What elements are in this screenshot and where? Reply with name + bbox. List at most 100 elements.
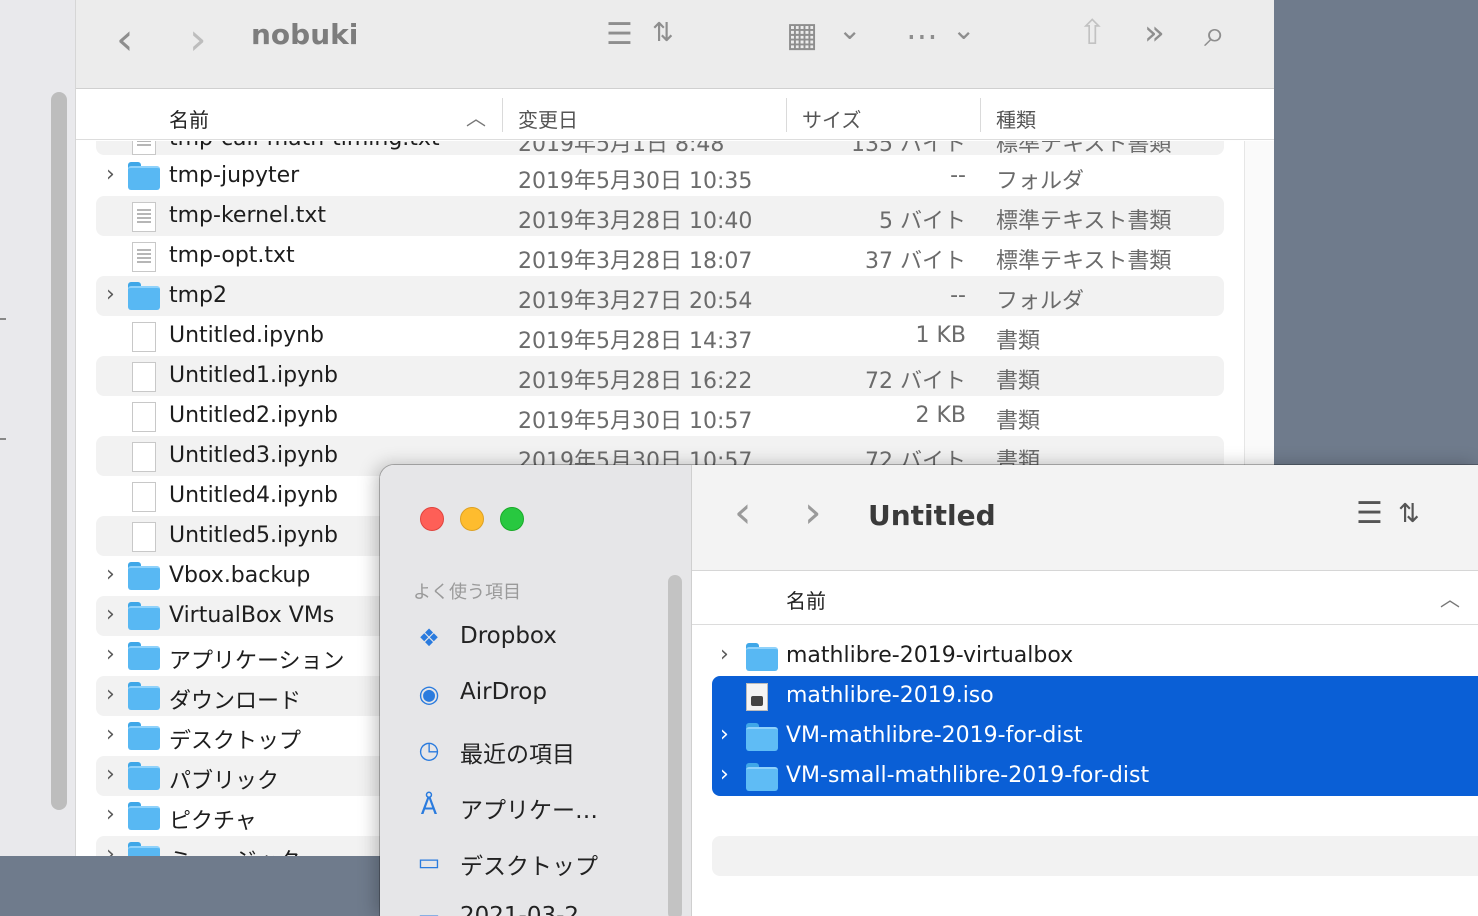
table-row[interactable]: › tmp-jupyter 2019年5月30日 10:35 -- フォルダ: [96, 156, 1224, 196]
folder-icon: [128, 642, 160, 670]
expand-chevron-icon[interactable]: ›: [106, 842, 115, 856]
file-size: 2 KB: [915, 403, 966, 428]
more-actions-icon[interactable]: ⋯: [906, 20, 938, 52]
file-name: VM-mathlibre-2019-for-dist: [786, 723, 1083, 748]
document-icon: [132, 522, 156, 552]
forward-icon[interactable]: ›: [189, 18, 207, 62]
document-icon: [132, 442, 156, 472]
text-file-icon: [132, 242, 156, 272]
expand-chevron-icon[interactable]: ›: [106, 162, 115, 187]
column-separator[interactable]: [980, 98, 981, 132]
sort-updown-icon[interactable]: ⇅: [652, 20, 674, 46]
chevron-down-icon[interactable]: ⌄: [838, 16, 861, 44]
minimize-button[interactable]: [460, 507, 484, 531]
column-header: 名前 ︿ 変更日 サイズ 種類: [76, 90, 1274, 140]
desktop-icon: ▭: [417, 848, 441, 876]
file-name: デスクトップ: [169, 729, 302, 754]
window-title: nobuki: [251, 18, 359, 51]
expand-chevron-icon[interactable]: ›: [106, 802, 115, 827]
sidebar-scrollbar[interactable]: [51, 92, 67, 810]
maximize-button[interactable]: [500, 507, 524, 531]
sidebar-item[interactable]: ▭ デスクトップ: [410, 841, 670, 881]
file-name: VirtualBox VMs: [169, 603, 335, 628]
sidebar-scrollbar[interactable]: [668, 575, 682, 916]
search-icon[interactable]: ⌕: [1204, 14, 1225, 52]
table-row[interactable]: Untitled.ipynb 2019年5月28日 14:37 1 KB 書類: [96, 316, 1224, 356]
sidebar-item[interactable]: Å アプリケー…: [410, 785, 670, 825]
forward-icon[interactable]: ›: [804, 491, 822, 535]
expand-chevron-icon[interactable]: ›: [106, 562, 115, 587]
overflow-icon[interactable]: »: [1144, 16, 1165, 50]
file-name: アプリケーション: [169, 649, 345, 674]
expand-chevron-icon[interactable]: ›: [106, 722, 115, 747]
clock-icon: ◷: [418, 736, 440, 764]
column-size-header[interactable]: サイズ: [802, 104, 861, 133]
table-row[interactable]: tmp-call-math-timing.txt 2019年5月1日 8:48 …: [96, 141, 1224, 157]
table-row[interactable]: Untitled1.ipynb 2019年5月28日 16:22 72 バイト 書類: [96, 356, 1224, 396]
expand-chevron-icon[interactable]: ›: [106, 682, 115, 707]
table-row[interactable]: › mathlibre-2019-virtualbox: [712, 636, 1478, 676]
file-list: › mathlibre-2019-virtualbox mathlibre-2019…: [692, 626, 1478, 916]
folder-icon: [746, 643, 778, 671]
list-view-icon[interactable]: ☰: [1356, 499, 1383, 529]
applications-icon: Å: [420, 792, 438, 820]
file-date: 2019年5月30日 10:35: [518, 169, 753, 194]
column-kind-header[interactable]: 種類: [996, 104, 1036, 133]
table-row[interactable]: tmp-opt.txt 2019年3月28日 18:07 37 バイト 標準テキスト書…: [96, 236, 1224, 276]
file-kind: 書類: [996, 329, 1041, 354]
sidebar-item[interactable]: ◷ 最近の項目: [410, 729, 670, 769]
file-date: 2019年3月28日 18:07: [518, 249, 753, 274]
file-name: Untitled3.ipynb: [169, 443, 339, 468]
sort-ascending-icon[interactable]: ︿: [1440, 583, 1460, 612]
close-button[interactable]: [420, 507, 444, 531]
table-row[interactable]: tmp-kernel.txt 2019年3月28日 10:40 5 バイト 標準テキス…: [96, 196, 1224, 236]
grid-view-icon[interactable]: ▦: [786, 18, 818, 52]
document-icon: [132, 322, 156, 352]
sidebar-item[interactable]: ❖ Dropbox: [410, 617, 670, 657]
sort-updown-icon[interactable]: ⇅: [1398, 501, 1420, 527]
airdrop-icon: ◉: [418, 680, 440, 708]
expand-chevron-icon[interactable]: ›: [720, 642, 729, 667]
sidebar-item-label: 2021-03-2: [460, 903, 580, 916]
expand-chevron-icon[interactable]: ›: [720, 762, 729, 787]
table-row[interactable]: › VM-small-mathlibre-2019-for-dist: [712, 756, 1478, 796]
back-icon[interactable]: ‹: [116, 18, 134, 62]
file-date: 2019年5月28日 14:37: [518, 329, 753, 354]
chevron-down-icon[interactable]: ⌄: [952, 16, 975, 44]
column-separator[interactable]: [786, 98, 787, 132]
table-row[interactable]: › tmp2 2019年3月27日 20:54 -- フォルダ: [96, 276, 1224, 316]
back-icon[interactable]: ‹: [734, 491, 752, 535]
back-sidebar: [0, 0, 76, 856]
sidebar-item-label: アプリケー…: [460, 798, 598, 824]
file-date: 2019年3月28日 10:40: [518, 209, 753, 234]
sidebar-edge-mark: [0, 438, 6, 440]
expand-chevron-icon[interactable]: ›: [106, 282, 115, 307]
expand-chevron-icon[interactable]: ›: [106, 642, 115, 667]
file-kind: フォルダ: [996, 289, 1085, 314]
column-modified-header[interactable]: 変更日: [518, 104, 578, 133]
expand-chevron-icon[interactable]: ›: [720, 722, 729, 747]
table-row[interactable]: Untitled2.ipynb 2019年5月30日 10:57 2 KB 書類: [96, 396, 1224, 436]
list-view-icon[interactable]: ☰: [606, 20, 633, 50]
expand-chevron-icon[interactable]: ›: [106, 762, 115, 787]
sort-ascending-icon[interactable]: ︿: [466, 102, 486, 131]
file-name: ダウンロード: [169, 689, 302, 714]
column-name-header[interactable]: 名前: [786, 585, 826, 614]
sidebar-item[interactable]: ◉ AirDrop: [410, 673, 670, 713]
table-row[interactable]: mathlibre-2019.iso: [712, 676, 1478, 716]
file-name: Untitled2.ipynb: [169, 403, 339, 428]
table-row[interactable]: › VM-mathlibre-2019-for-dist: [712, 716, 1478, 756]
file-name: mathlibre-2019-virtualbox: [786, 643, 1074, 668]
sidebar-item-label: Dropbox: [460, 623, 557, 649]
expand-chevron-icon[interactable]: ›: [106, 602, 115, 627]
folder-icon: [128, 162, 160, 190]
folder-icon: [128, 282, 160, 310]
sidebar-edge-mark: [0, 318, 6, 320]
disk-image-icon: [746, 683, 768, 711]
column-separator[interactable]: [502, 98, 503, 132]
sidebar-item[interactable]: ▭ 2021-03-2: [410, 897, 670, 916]
file-name: Vbox.backup: [169, 563, 311, 588]
column-name-header[interactable]: 名前: [169, 104, 209, 133]
folder-icon: [128, 842, 160, 856]
share-icon[interactable]: ⇧: [1078, 16, 1107, 50]
